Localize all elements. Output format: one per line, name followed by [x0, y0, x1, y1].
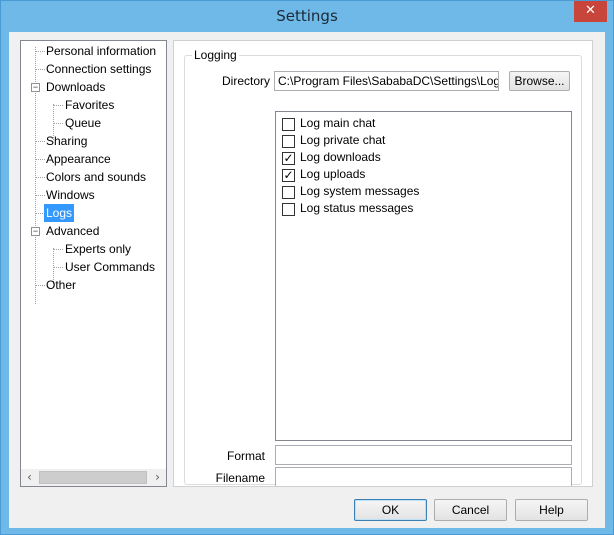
dialog-client-area: − − Personal information Connection sett…	[9, 32, 605, 528]
tree-item-other[interactable]: Other	[46, 276, 76, 294]
checkbox[interactable]	[282, 203, 295, 216]
filename-label: Filename	[215, 471, 265, 485]
checkbox[interactable]: ✓	[282, 152, 295, 165]
collapse-icon[interactable]: −	[31, 227, 40, 236]
tree-item-queue[interactable]: Queue	[65, 114, 101, 132]
tree-line	[54, 267, 63, 268]
option-label: Log status messages	[300, 201, 414, 215]
tree-line	[36, 141, 45, 142]
log-options-list: Log main chat Log private chat ✓ Log dow…	[275, 111, 572, 441]
ok-button[interactable]: OK	[354, 499, 427, 521]
settings-window: Settings ✕ − − Personal information Conn…	[0, 0, 614, 535]
tree-item-windows[interactable]: Windows	[46, 186, 95, 204]
checkbox[interactable]	[282, 186, 295, 199]
tree-item-downloads[interactable]: Downloads	[46, 78, 105, 96]
directory-label: Directory	[221, 74, 270, 88]
logging-group-title: Logging	[192, 48, 239, 62]
tree-item-user-commands[interactable]: User Commands	[65, 258, 155, 276]
tree-line	[36, 51, 45, 52]
tree-item-colors-and-sounds[interactable]: Colors and sounds	[46, 168, 146, 186]
help-button[interactable]: Help	[515, 499, 588, 521]
logging-groupbox: Logging Directory C:\Program Files\Sabab…	[184, 48, 582, 486]
logs-settings-page: Logging Directory C:\Program Files\Sabab…	[173, 40, 593, 487]
tree-item-advanced[interactable]: Advanced	[46, 222, 99, 240]
option-label: Log downloads	[300, 150, 381, 164]
option-label: Log private chat	[300, 133, 386, 147]
collapse-icon[interactable]: −	[31, 83, 40, 92]
directory-field[interactable]: C:\Program Files\SababaDC\Settings\Logs\	[274, 71, 499, 91]
tree-line	[54, 123, 63, 124]
format-label: Format	[226, 449, 265, 463]
browse-button[interactable]: Browse...	[509, 71, 570, 91]
close-icon[interactable]: ✕	[574, 1, 607, 22]
tree-item-sharing[interactable]: Sharing	[46, 132, 87, 150]
tree-item-personal-information[interactable]: Personal information	[46, 42, 156, 60]
option-label: Log main chat	[300, 116, 376, 130]
scroll-thumb[interactable]	[39, 471, 147, 484]
settings-tree: − − Personal information Connection sett…	[20, 40, 167, 487]
tree-item-logs[interactable]: Logs	[44, 204, 75, 222]
cancel-button[interactable]: Cancel	[434, 499, 507, 521]
tree-line	[54, 105, 63, 106]
tree-line	[36, 69, 45, 70]
tree-horizontal-scrollbar[interactable]: ‹ ›	[21, 469, 166, 486]
tree-item-experts-only[interactable]: Experts only	[65, 240, 131, 258]
tree-item-connection-settings[interactable]: Connection settings	[46, 60, 151, 78]
tree-line	[36, 177, 45, 178]
checkbox[interactable]	[282, 118, 295, 131]
format-field[interactable]	[275, 445, 572, 465]
tree-content: − − Personal information Connection sett…	[21, 41, 166, 464]
checkbox[interactable]: ✓	[282, 169, 295, 182]
tree-line	[36, 195, 45, 196]
tree-line	[36, 285, 45, 286]
checkbox[interactable]	[282, 135, 295, 148]
option-label: Log uploads	[300, 167, 366, 181]
tree-line	[54, 249, 63, 250]
scroll-left-icon[interactable]: ‹	[21, 469, 38, 486]
filename-field[interactable]	[275, 467, 572, 486]
title-bar[interactable]: Settings ✕	[1, 1, 613, 32]
tree-item-favorites[interactable]: Favorites	[65, 96, 114, 114]
scroll-right-icon[interactable]: ›	[149, 469, 166, 486]
tree-line	[36, 159, 45, 160]
tree-item-appearance[interactable]: Appearance	[46, 150, 111, 168]
option-label: Log system messages	[300, 184, 420, 198]
window-title: Settings	[276, 7, 338, 25]
